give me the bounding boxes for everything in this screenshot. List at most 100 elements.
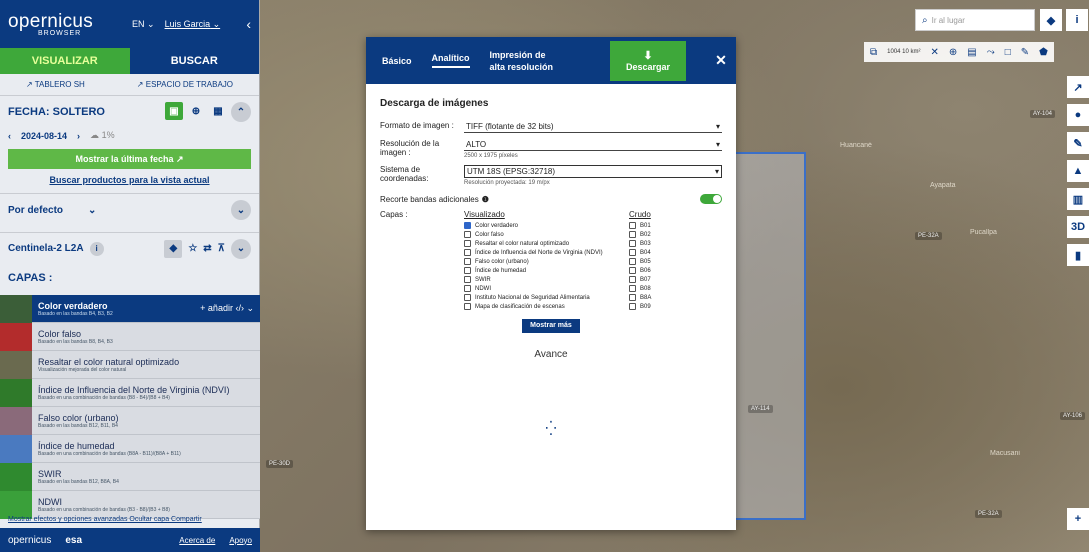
visualized-option[interactable]: Resaltar el color natural optimizado — [464, 239, 629, 248]
close-aoi-icon[interactable]: ✕ — [931, 47, 939, 58]
star-icon[interactable]: ☆ — [188, 243, 197, 254]
location-icon[interactable]: ● — [1067, 104, 1089, 126]
visualized-option[interactable]: NDWI — [464, 284, 629, 293]
language-select[interactable]: EN ⌄ — [132, 19, 155, 30]
date-value[interactable]: 2024-08-14 — [21, 131, 67, 141]
raw-band-option[interactable]: B8A — [629, 293, 689, 302]
chart-icon[interactable]: ⤳ — [987, 47, 995, 58]
raw-band-option[interactable]: B03 — [629, 239, 689, 248]
chevron-up-icon[interactable]: ⌃ — [231, 102, 251, 122]
raw-band-option[interactable]: B01 — [629, 221, 689, 230]
shape-icon[interactable]: ⬟ — [1039, 47, 1048, 58]
layer-item[interactable]: Color verdadero Basado en las bandas B4, … — [0, 294, 260, 323]
3d-button[interactable]: 3D — [1067, 216, 1089, 238]
tab-basic[interactable]: Básico — [382, 56, 412, 66]
info-icon[interactable]: ❶ — [482, 195, 489, 204]
timelapse-icon[interactable]: ▮ — [1067, 244, 1089, 266]
visualized-option[interactable]: Índice de Influencia del Norte de Virgin… — [464, 248, 629, 257]
user-menu[interactable]: Luis Garcia ⌄ — [165, 19, 221, 30]
resolution-select[interactable]: ALTO ▾ — [464, 139, 722, 151]
checkbox[interactable] — [464, 222, 471, 229]
crosshair-icon[interactable]: ⊕ — [949, 47, 957, 58]
checkbox[interactable] — [464, 231, 471, 238]
visualized-option[interactable]: Índice de humedad — [464, 266, 629, 275]
film-icon[interactable]: ▥ — [1067, 188, 1089, 210]
checkbox[interactable] — [629, 231, 636, 238]
clip-toggle[interactable] — [700, 194, 722, 204]
checkbox[interactable] — [629, 267, 636, 274]
info-icon[interactable]: i — [89, 241, 104, 256]
histogram-icon[interactable]: ▤ — [967, 47, 976, 58]
crs-select[interactable]: UTM 18S (EPSG:32718) ▾ — [464, 165, 722, 178]
layer-item[interactable]: Índice de Influencia del Norte de Virgin… — [0, 378, 260, 407]
workspace-link[interactable]: ↗ ESPACIO DE TRABAJO — [137, 80, 233, 89]
checkbox[interactable] — [464, 267, 471, 274]
checkbox[interactable] — [464, 249, 471, 256]
collapse-sidebar-icon[interactable]: ‹ — [246, 16, 251, 32]
cloud-coverage[interactable]: ☁ 1% — [90, 130, 115, 141]
dashboard-link[interactable]: ↗ TABLERO SH — [26, 80, 85, 89]
layer-item[interactable]: Resaltar el color natural optimizado Visu… — [0, 350, 260, 379]
rectangle-icon[interactable]: □ — [1005, 47, 1011, 58]
checkbox[interactable] — [464, 258, 471, 265]
visualized-option[interactable]: Color falso — [464, 230, 629, 239]
visualized-option[interactable]: Instituto Nacional de Seguridad Alimenta… — [464, 293, 629, 302]
collection-chevron-icon[interactable]: ⌄ — [231, 238, 251, 259]
checkbox[interactable] — [629, 285, 636, 292]
raw-band-option[interactable]: B07 — [629, 275, 689, 284]
show-more-button[interactable]: Mostrar más — [522, 319, 580, 333]
checkbox[interactable] — [629, 240, 636, 247]
search-products-link[interactable]: Buscar productos para la vista actual — [0, 175, 259, 185]
layer-item[interactable]: Índice de humedad Basado en una combinaci… — [0, 434, 260, 463]
visualized-option[interactable]: Mapa de clasificación de escenas — [464, 302, 629, 311]
tab-analytic[interactable]: Analítico — [431, 53, 470, 68]
show-latest-button[interactable]: Mostrar la última fecha ↗ — [8, 149, 251, 169]
visualized-option[interactable]: Color verdadero — [464, 221, 629, 230]
tab-visualize[interactable]: VISUALIZAR — [0, 48, 130, 74]
format-select[interactable]: TIFF (flotante de 32 bits) ▾ — [464, 121, 722, 133]
checkbox[interactable] — [464, 285, 471, 292]
image-icon[interactable]: ▲ — [1067, 160, 1089, 182]
raw-band-option[interactable]: B02 — [629, 230, 689, 239]
layer-item[interactable]: SWIR Basado en las bandas B12, B8A, B4 — [0, 462, 260, 491]
add-layer-button[interactable]: + añadir ‹/› ⌄ — [200, 303, 260, 314]
raw-band-option[interactable]: B05 — [629, 257, 689, 266]
tab-high-res[interactable]: Impresión de alta resolución — [490, 49, 560, 73]
checkbox[interactable] — [629, 276, 636, 283]
collection-label[interactable]: Centinela-2 L2A — [8, 243, 84, 254]
next-date-icon[interactable]: › — [77, 131, 80, 141]
chevron-down-icon[interactable]: ⌄ — [231, 200, 251, 220]
visualized-option[interactable]: Falso color (urbano) — [464, 257, 629, 266]
pencil-icon[interactable]: ✎ — [1021, 47, 1029, 58]
measure-icon[interactable]: ↗ — [1067, 76, 1089, 98]
layers-icon[interactable]: ◆ — [164, 239, 183, 258]
checkbox[interactable] — [629, 249, 636, 256]
copy-icon[interactable]: ⧉ — [870, 47, 877, 58]
raw-band-option[interactable]: B08 — [629, 284, 689, 293]
support-link[interactable]: Apoyo — [229, 536, 252, 545]
compare-icon[interactable]: ⇄ — [203, 243, 211, 254]
raw-band-option[interactable]: B06 — [629, 266, 689, 275]
pin-icon[interactable]: ⊼ — [218, 243, 225, 254]
calendar-single-icon[interactable]: ▣ — [165, 102, 183, 120]
checkbox[interactable] — [629, 258, 636, 265]
info-icon[interactable]: i — [1066, 9, 1088, 31]
checkbox[interactable] — [629, 222, 636, 229]
checkbox[interactable] — [464, 294, 471, 301]
zoom-in-icon[interactable]: + — [1067, 508, 1089, 530]
close-icon[interactable]: ✕ — [706, 52, 736, 69]
visualized-option[interactable]: SWIR — [464, 275, 629, 284]
checkbox[interactable] — [464, 276, 471, 283]
prev-date-icon[interactable]: ‹ — [8, 131, 11, 141]
layer-item[interactable]: Color falso Basado en las bandas B8, B4, … — [0, 322, 260, 351]
about-link[interactable]: Acerca de — [179, 536, 215, 545]
checkbox[interactable] — [629, 294, 636, 301]
mosaic-icon[interactable]: ⊕ — [187, 102, 205, 120]
calendar-range-icon[interactable]: ▦ — [209, 102, 227, 120]
sort-select[interactable]: Por defecto ⌄ — [8, 205, 96, 216]
advanced-options-links[interactable]: Mostrar efectos y opciones avanzadas Ocu… — [0, 513, 260, 526]
download-button[interactable]: ⬇ Descargar — [610, 40, 686, 81]
edit-icon[interactable]: ✎ — [1067, 132, 1089, 154]
layers-toggle-icon[interactable]: ◆ — [1040, 9, 1062, 31]
checkbox[interactable] — [464, 303, 471, 310]
